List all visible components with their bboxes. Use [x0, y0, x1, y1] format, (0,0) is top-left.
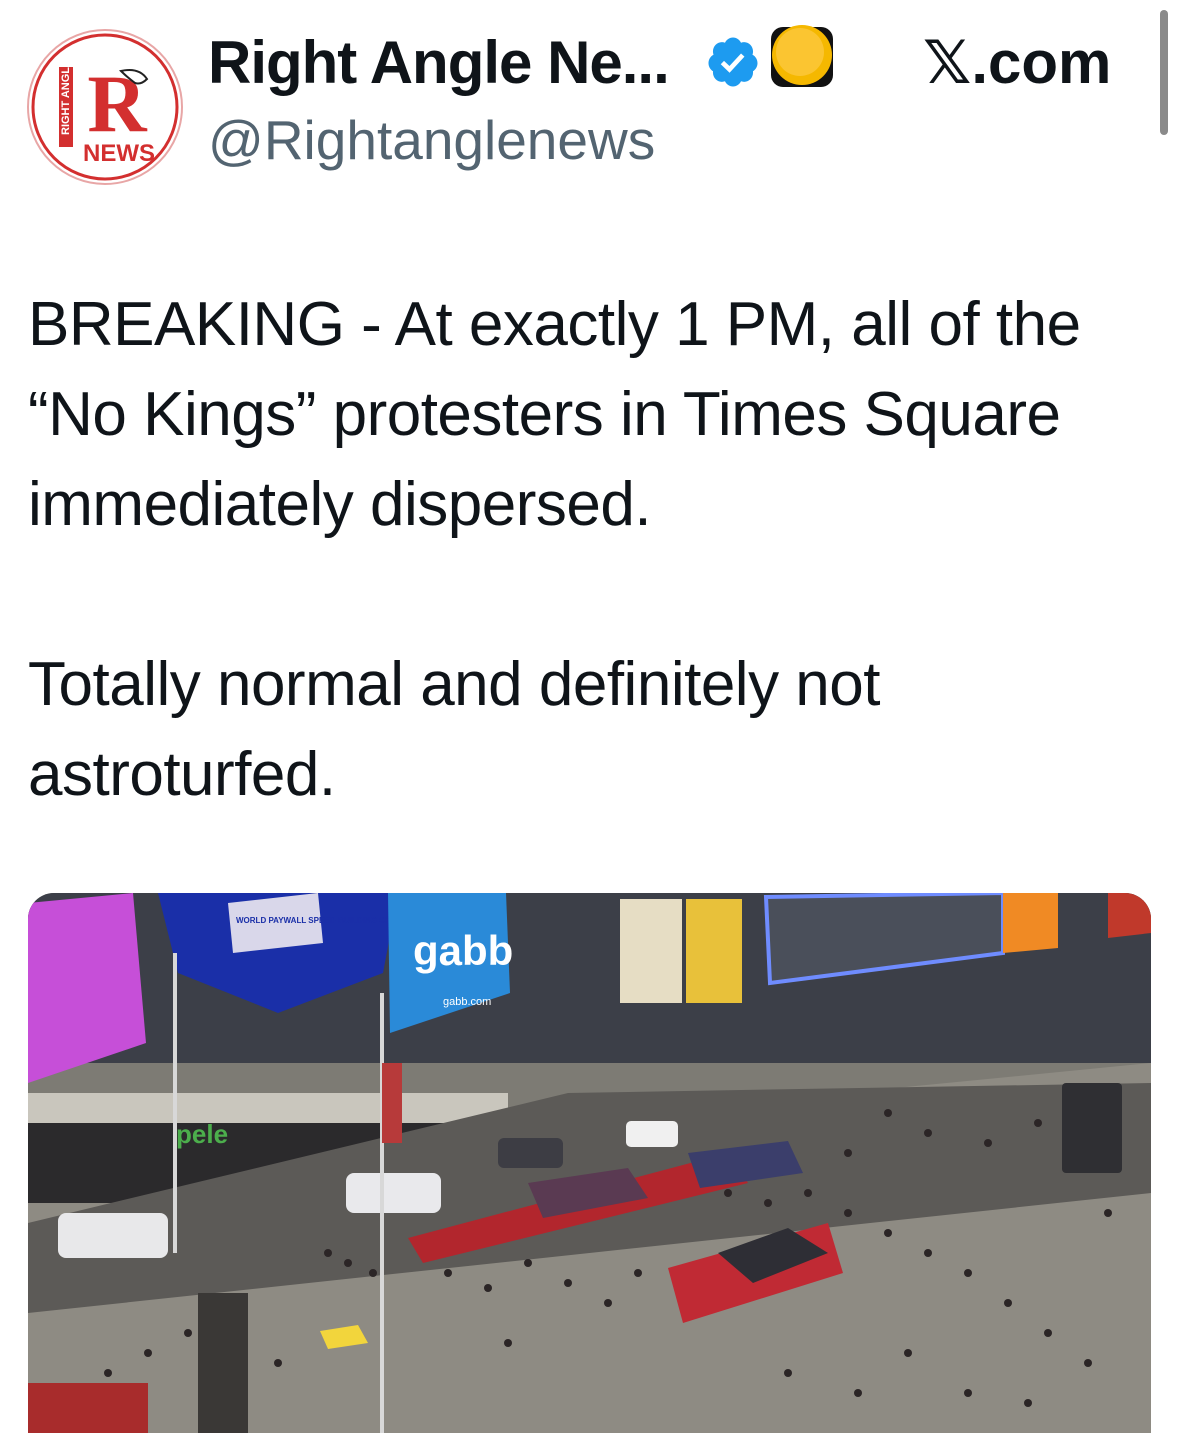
- right-angle-news-logo: RIGHT ANGLE R NEWS: [31, 33, 179, 181]
- verified-badge-icon: [708, 37, 758, 87]
- tweet-media-image[interactable]: WORLD PAYWALL SPEED-BUILDING CHAMPIONSHI…: [28, 893, 1151, 1433]
- pele-sign-text: pele: [176, 1119, 228, 1149]
- statue: [198, 1293, 248, 1433]
- display-name[interactable]: Right Angle Ne...: [208, 28, 670, 97]
- logo-side-text: RIGHT ANGLE: [60, 60, 72, 135]
- avatar[interactable]: RIGHT ANGLE R NEWS: [27, 29, 183, 185]
- logo-bottom-text: NEWS: [83, 140, 155, 167]
- gabb-sign-text: gabb: [413, 927, 513, 974]
- tweet-header: RIGHT ANGLE R NEWS Right Angle Ne... @Ri…: [0, 0, 1179, 200]
- van: [346, 1173, 441, 1213]
- tweet-paragraph: Totally normal and definitely not astrot…: [28, 650, 880, 809]
- times-square-photo: WORLD PAYWALL SPEED-BUILDING CHAMPIONSHI…: [28, 893, 1151, 1433]
- tweet-paragraph: BREAKING - At exactly 1 PM, all of the “…: [28, 290, 1081, 539]
- scrollbar[interactable]: [1160, 10, 1168, 135]
- affiliate-badge-icon[interactable]: [768, 22, 836, 90]
- platform-label: 𝕏.com: [923, 29, 1112, 96]
- handle[interactable]: @Rightanglenews: [208, 108, 655, 172]
- gabb-url-text: gabb.com: [443, 996, 491, 1008]
- tweet-text: BREAKING - At exactly 1 PM, all of the “…: [28, 280, 1158, 820]
- van: [58, 1213, 168, 1258]
